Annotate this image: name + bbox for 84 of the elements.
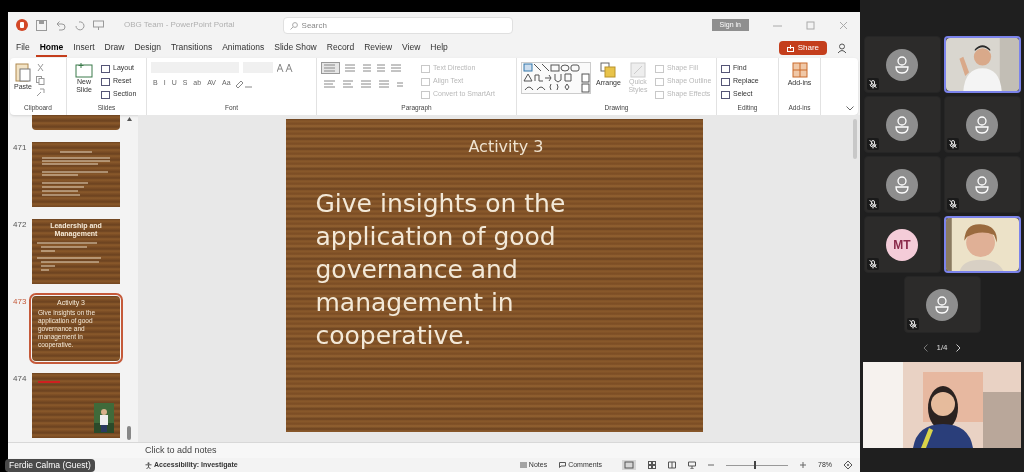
undo-icon[interactable] [55, 19, 66, 31]
zoom-out-icon[interactable] [708, 462, 714, 468]
menu-tab[interactable]: Review [360, 39, 397, 57]
quick-styles-icon [629, 62, 646, 78]
participant-tile[interactable] [863, 96, 941, 153]
comment-icon [559, 462, 567, 468]
new-slide-icon [75, 62, 93, 78]
arrange-icon [600, 62, 617, 78]
slide-sorter-icon[interactable] [648, 461, 656, 469]
save-icon[interactable] [36, 19, 47, 31]
menu-tab[interactable]: Animations [218, 39, 269, 57]
next-page-icon[interactable] [955, 344, 961, 352]
thumbnail-heading-mark [38, 381, 60, 383]
participant-tile[interactable] [863, 36, 941, 93]
muted-mic-icon [866, 78, 879, 90]
redo-icon[interactable] [74, 19, 85, 31]
menu-tab[interactable]: Insert [69, 39, 99, 57]
grid-icon [791, 62, 808, 78]
participant-name-label: Ferdie Calma (Guest) [5, 459, 95, 472]
slide-body-text: Give insights on the application of good governance and management in cooperative. [315, 188, 567, 352]
present-icon[interactable] [93, 19, 104, 31]
participant-tile[interactable] [903, 276, 981, 333]
menu-tab[interactable]: Design [130, 39, 165, 57]
normal-view-icon[interactable] [622, 460, 636, 470]
muted-mic-icon [946, 138, 959, 150]
avatar-icon [886, 108, 918, 141]
maximize-icon[interactable] [806, 20, 815, 30]
app-logo-icon [16, 19, 28, 31]
muted-mic-icon [866, 258, 879, 270]
slide-number: 471 [12, 142, 28, 154]
participant-tile[interactable] [863, 156, 941, 213]
menu-tab[interactable]: Slide Show [270, 39, 321, 57]
zoom-slider[interactable] [726, 461, 788, 469]
muted-mic-icon [946, 198, 959, 210]
notes-placeholder[interactable]: Click to add notes [145, 443, 217, 458]
reading-view-icon[interactable] [668, 461, 676, 469]
zoom-in-icon[interactable] [800, 462, 806, 468]
initials-avatar: MT [886, 228, 918, 261]
menu-tab[interactable]: Draw [100, 39, 129, 57]
scrollbar[interactable] [850, 115, 860, 442]
slider-thumb[interactable] [753, 461, 756, 469]
share-icon [786, 44, 794, 52]
cut-icon[interactable] [35, 64, 45, 73]
avatar-icon [966, 108, 998, 141]
accessibility-icon [145, 461, 152, 469]
window-title: OBG Team - PowerPoint Portal [124, 19, 235, 31]
slideshow-icon[interactable] [688, 461, 696, 469]
muted-mic-icon [866, 198, 879, 210]
notes-icon [519, 462, 527, 468]
search-field[interactable]: Search [282, 16, 513, 34]
avatar-icon [886, 48, 918, 81]
close-icon[interactable] [839, 20, 848, 30]
shapes-gallery-icon[interactable] [521, 62, 591, 94]
menu-tab[interactable]: Help [426, 39, 452, 57]
share-button[interactable]: Share [778, 41, 827, 55]
slide-heading: Activity 3 [467, 136, 545, 158]
slide-number: 473 [12, 296, 28, 308]
menu-tab[interactable]: File [12, 39, 34, 57]
person-icon[interactable] [837, 42, 848, 54]
scrollbar[interactable] [126, 117, 132, 440]
menu-tab[interactable]: Record [322, 39, 359, 57]
fit-slide-icon[interactable] [844, 461, 852, 469]
avatar-icon [886, 168, 918, 201]
participant-tile[interactable] [943, 156, 1021, 213]
muted-mic-icon [866, 138, 879, 150]
page-indicator: 1/4 [936, 342, 948, 354]
highlight-icon[interactable] [234, 78, 253, 88]
clipboard-icon [14, 62, 31, 82]
slide-thumbnail[interactable] [32, 373, 120, 438]
slide-number: 472 [12, 219, 28, 231]
muted-mic-icon [906, 318, 919, 330]
participant-tile[interactable]: MT [863, 216, 941, 273]
menu-tab[interactable]: View [398, 39, 425, 57]
slide-thumbnail[interactable] [32, 115, 120, 130]
copy-icon[interactable] [35, 76, 45, 85]
menu-tab[interactable]: Transitions [166, 39, 217, 57]
slide-number: 474 [12, 373, 28, 385]
avatar-icon [926, 288, 958, 321]
slide-thumbnail[interactable] [32, 142, 120, 207]
scroll-up-icon[interactable] [126, 117, 132, 121]
avatar-icon [966, 168, 998, 201]
collapse-ribbon-icon[interactable] [846, 106, 854, 111]
participant-tile[interactable] [943, 96, 1021, 153]
previous-page-icon[interactable] [923, 344, 929, 352]
